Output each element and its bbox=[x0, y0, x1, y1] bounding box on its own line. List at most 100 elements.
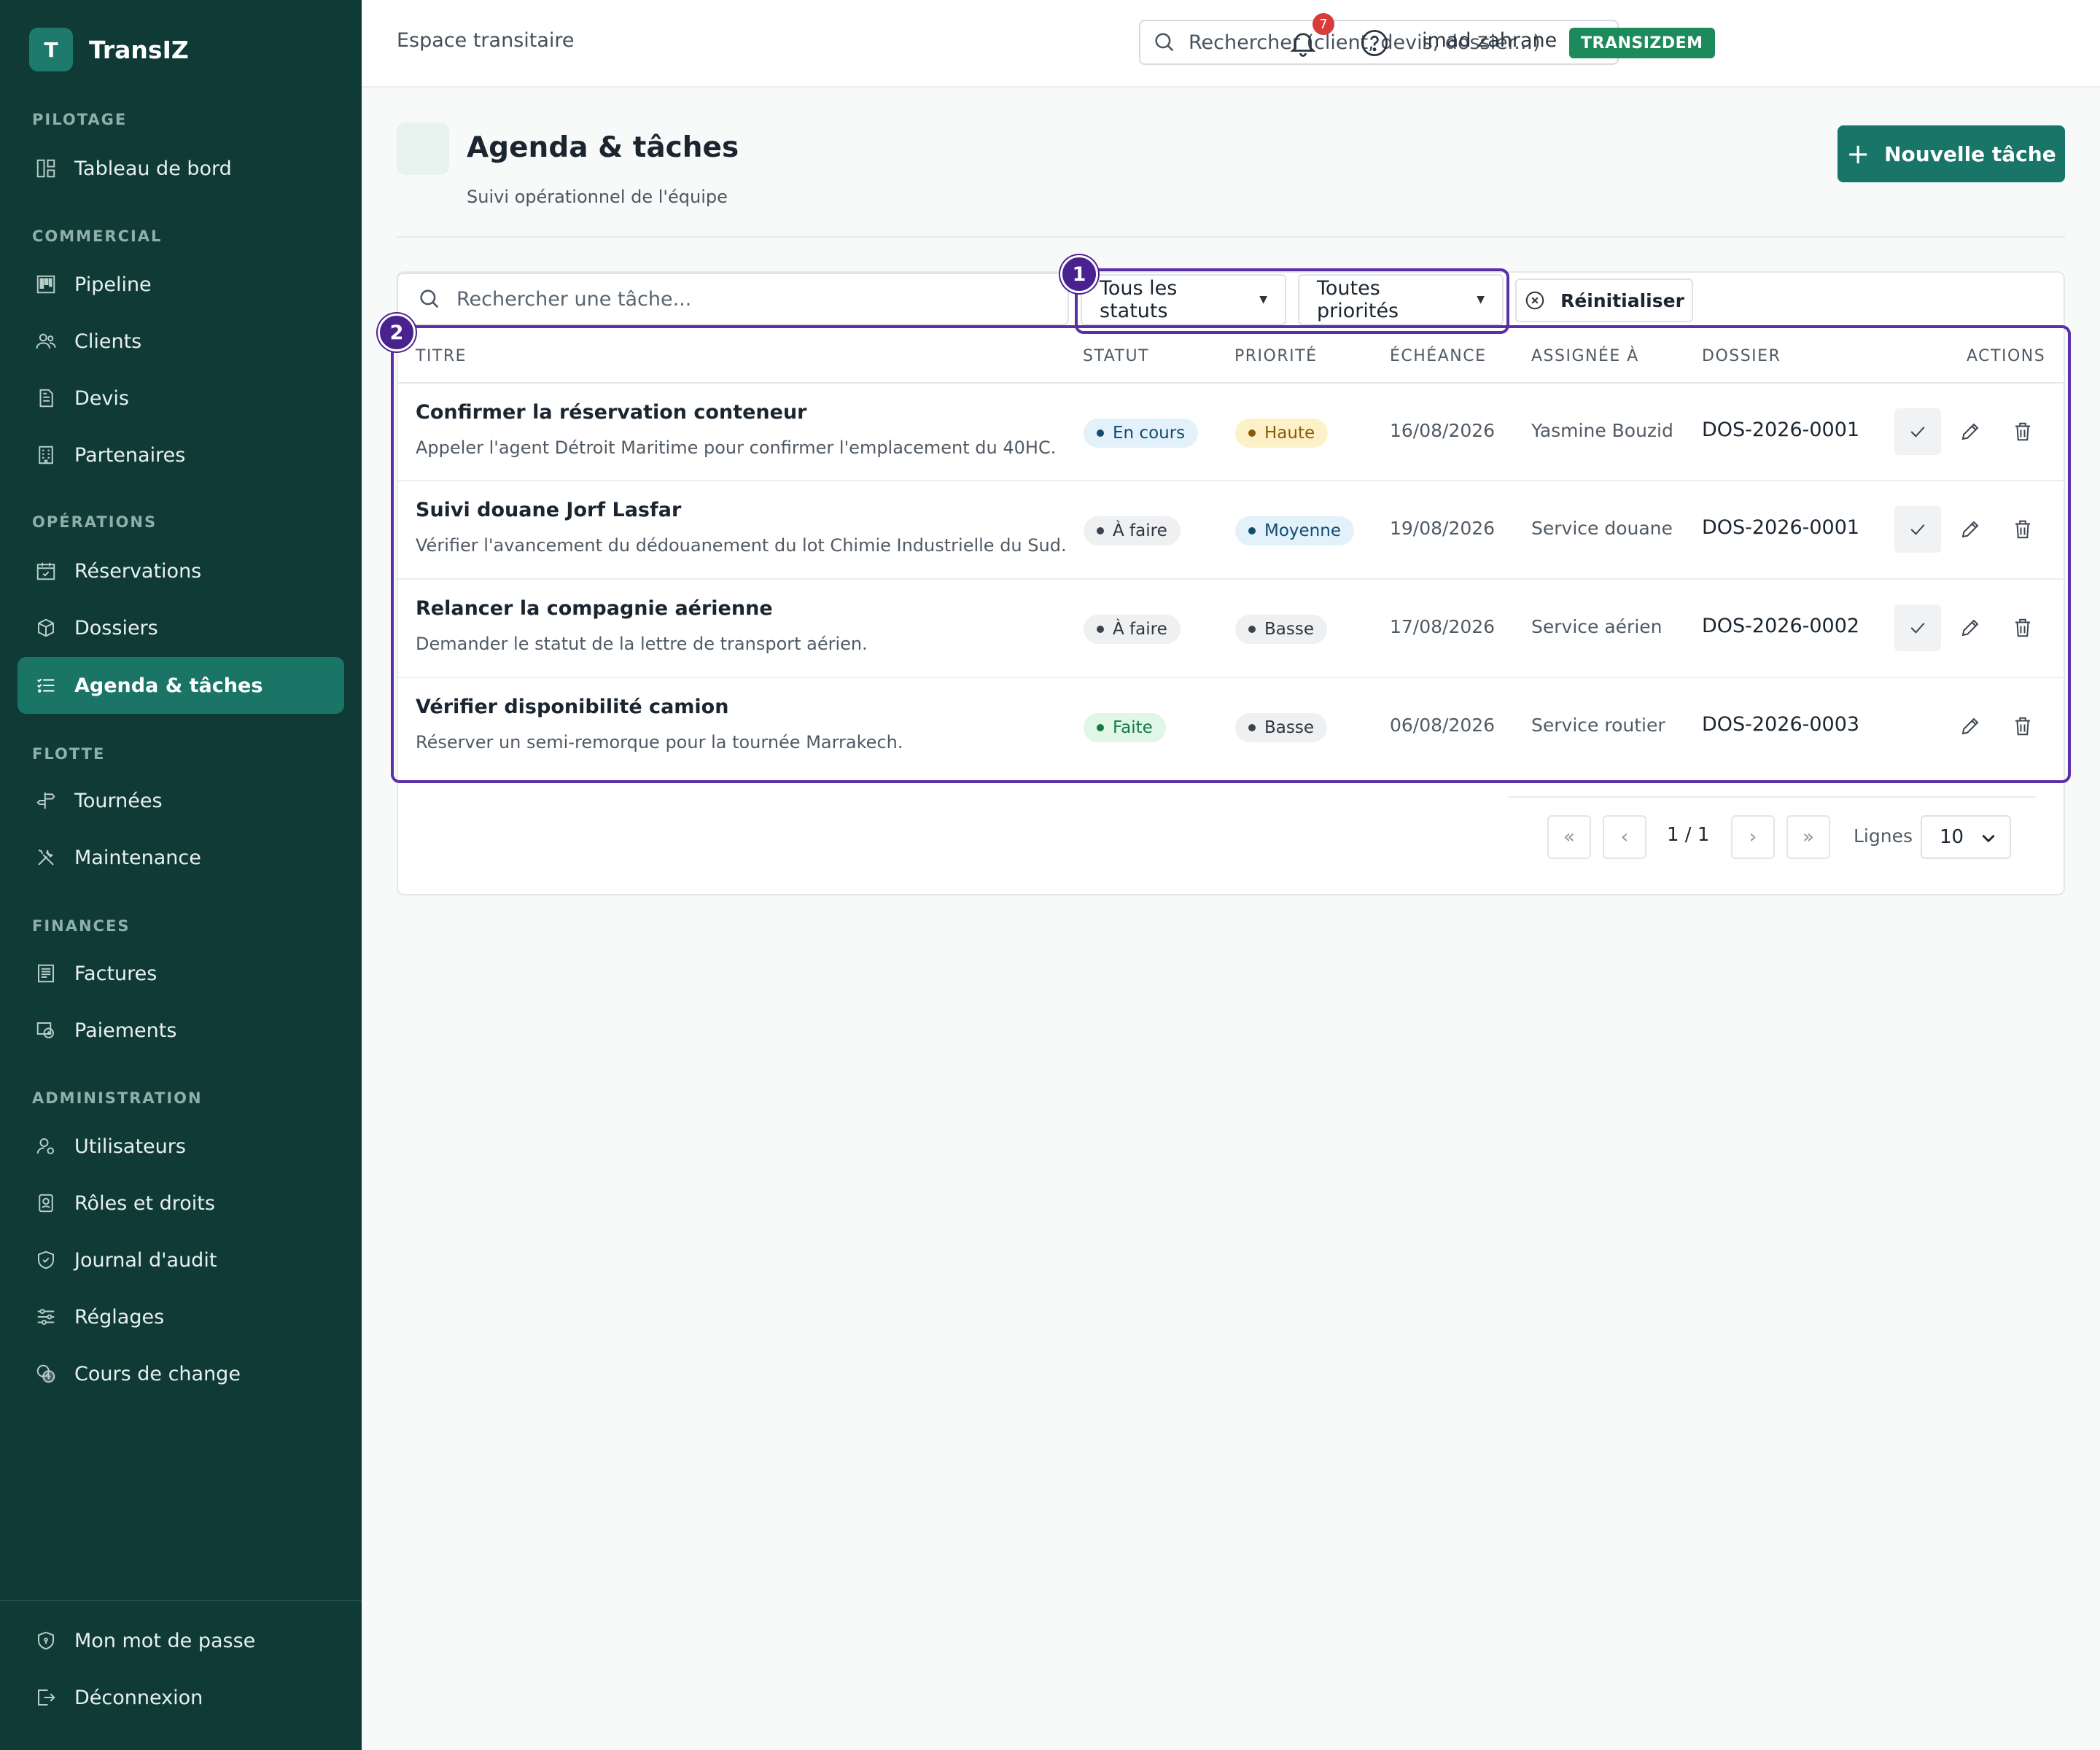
status-text: En cours bbox=[1113, 424, 1186, 443]
column-status[interactable]: STATUT bbox=[1083, 347, 1149, 365]
page-title: Agenda & tâches bbox=[467, 131, 739, 164]
dossier-ref[interactable]: DOS-2026-0001 bbox=[1702, 419, 1859, 441]
sidebar-item-clients[interactable]: Clients bbox=[18, 313, 344, 370]
sidebar-item-change[interactable]: Cours de change bbox=[18, 1345, 344, 1402]
sidebar-item-label: Cours de change bbox=[74, 1362, 241, 1385]
status-filter-value: Tous les statuts bbox=[1100, 277, 1178, 322]
sidebar-item-audit[interactable]: Journal d'audit bbox=[18, 1232, 344, 1288]
search-icon bbox=[420, 289, 439, 308]
sidebar-item-label: Utilisateurs bbox=[74, 1135, 186, 1158]
pencil-icon bbox=[1961, 521, 1979, 538]
reset-button[interactable]: Réinitialiser bbox=[1515, 279, 1693, 322]
section-pilotage: PILOTAGE bbox=[32, 111, 128, 128]
priority-badge: Haute bbox=[1235, 419, 1329, 448]
sidebar-item-utilisateurs[interactable]: Utilisateurs bbox=[18, 1118, 344, 1175]
task-description: Demander le statut de la lettre de trans… bbox=[416, 634, 868, 654]
task-title[interactable]: Suivi douane Jorf Lasfar bbox=[416, 499, 681, 521]
sidebar-item-roles[interactable]: Rôles et droits bbox=[18, 1175, 344, 1232]
status-dot bbox=[1097, 724, 1104, 731]
task-title[interactable]: Vérifier disponibilité camion bbox=[416, 696, 728, 718]
help-icon[interactable] bbox=[1359, 28, 1390, 58]
close-circle-icon bbox=[1525, 291, 1544, 310]
sidebar-item-tournees[interactable]: Tournées bbox=[18, 772, 344, 829]
sidebar: T TransIZ PILOTAGE Tableau de bord COMME… bbox=[0, 0, 362, 1750]
status-filter[interactable]: Tous les statuts ▼ bbox=[1081, 274, 1286, 325]
delete-button[interactable] bbox=[1999, 604, 2046, 651]
priority-filter[interactable]: Toutes priorités ▼ bbox=[1298, 274, 1504, 325]
section-administration: ADMINISTRATION bbox=[32, 1089, 203, 1107]
sidebar-item-pipeline[interactable]: Pipeline bbox=[18, 256, 344, 313]
sidebar-item-reglages[interactable]: Réglages bbox=[18, 1288, 344, 1345]
sidebar-item-label: Clients bbox=[74, 330, 142, 353]
header-divider bbox=[397, 236, 2065, 238]
column-assignee[interactable]: ASSIGNÉE À bbox=[1531, 347, 1639, 365]
first-page-button[interactable]: « bbox=[1547, 815, 1591, 859]
sidebar-item-dashboard[interactable]: Tableau de bord bbox=[18, 140, 344, 197]
next-page-button[interactable]: › bbox=[1731, 815, 1775, 859]
section-operations: OPÉRATIONS bbox=[32, 513, 158, 531]
tenant-badge: TRANSIZDEM bbox=[1569, 28, 1715, 58]
edit-button[interactable] bbox=[1947, 604, 1994, 651]
bell-icon[interactable] bbox=[1288, 28, 1318, 58]
sidebar-item-reservations[interactable]: Réservations bbox=[18, 542, 344, 599]
sidebar-item-password[interactable]: Mon mot de passe bbox=[18, 1612, 344, 1669]
task-search-input[interactable] bbox=[456, 287, 1054, 311]
edit-button[interactable] bbox=[1947, 506, 1994, 553]
document-icon bbox=[34, 386, 58, 411]
edit-button[interactable] bbox=[1947, 408, 1994, 455]
sidebar-item-agenda[interactable]: Agenda & tâches bbox=[18, 657, 344, 714]
table-row[interactable]: Confirmer la réservation conteneur Appel… bbox=[398, 384, 2064, 481]
new-task-label: Nouvelle tâche bbox=[1884, 141, 2056, 166]
sidebar-item-logout[interactable]: Déconnexion bbox=[18, 1669, 344, 1726]
delete-button[interactable] bbox=[1999, 506, 2046, 553]
sidebar-item-label: Paiements bbox=[74, 1019, 177, 1042]
task-title[interactable]: Confirmer la réservation conteneur bbox=[416, 401, 807, 424]
topbar: Espace transitaire bbox=[362, 0, 2100, 88]
dossier-ref[interactable]: DOS-2026-0002 bbox=[1702, 615, 1859, 637]
table-row[interactable]: Suivi douane Jorf Lasfar Vérifier l'avan… bbox=[398, 481, 2064, 579]
prev-page-button[interactable]: ‹ bbox=[1603, 815, 1646, 859]
sidebar-item-paiements[interactable]: Paiements bbox=[18, 1002, 344, 1059]
column-due[interactable]: ÉCHÉANCE bbox=[1390, 347, 1486, 365]
task-title[interactable]: Relancer la compagnie aérienne bbox=[416, 597, 773, 620]
sidebar-item-label: Tournées bbox=[74, 789, 163, 812]
column-dossier[interactable]: DOSSIER bbox=[1702, 347, 1781, 365]
complete-button[interactable] bbox=[1894, 506, 1941, 553]
task-description: Vérifier l'avancement du dédouanement du… bbox=[416, 535, 1067, 556]
complete-button[interactable] bbox=[1894, 604, 1941, 651]
dossier-ref[interactable]: DOS-2026-0001 bbox=[1702, 516, 1859, 539]
complete-button[interactable] bbox=[1894, 408, 1941, 455]
task-search[interactable] bbox=[397, 273, 1069, 325]
assignee: Yasmine Bouzid bbox=[1531, 420, 1673, 441]
rows-per-page-select[interactable]: 10 bbox=[1921, 815, 2011, 859]
new-task-button[interactable]: + Nouvelle tâche bbox=[1838, 125, 2065, 182]
last-page-button[interactable]: » bbox=[1786, 815, 1830, 859]
dossier-ref[interactable]: DOS-2026-0003 bbox=[1702, 713, 1859, 736]
column-priority[interactable]: PRIORITÉ bbox=[1234, 347, 1317, 365]
column-title[interactable]: TITRE bbox=[416, 347, 467, 365]
sidebar-item-devis[interactable]: Devis bbox=[18, 370, 344, 427]
sidebar-item-factures[interactable]: Factures bbox=[18, 945, 344, 1002]
sidebar-item-partenaires[interactable]: Partenaires bbox=[18, 427, 344, 483]
table-row[interactable]: Relancer la compagnie aérienne Demander … bbox=[398, 580, 2064, 677]
signpost-icon bbox=[34, 788, 58, 813]
delete-button[interactable] bbox=[1999, 408, 2046, 455]
sidebar-item-label: Journal d'audit bbox=[74, 1248, 217, 1272]
sidebar-item-maintenance[interactable]: Maintenance bbox=[18, 829, 344, 886]
trash-icon bbox=[2015, 422, 2030, 441]
status-dot bbox=[1097, 527, 1104, 534]
sidebar-item-dossiers[interactable]: Dossiers bbox=[18, 599, 344, 656]
sidebar-item-label: Agenda & tâches bbox=[74, 674, 263, 697]
assignee: Service aérien bbox=[1531, 616, 1662, 637]
due-date: 16/08/2026 bbox=[1390, 420, 1496, 441]
dashboard-icon bbox=[34, 156, 58, 181]
edit-button[interactable] bbox=[1947, 703, 1994, 750]
table-row[interactable]: Vérifier disponibilité camion Réserver u… bbox=[398, 678, 2064, 776]
sidebar-item-label: Mon mot de passe bbox=[74, 1629, 256, 1652]
user-name[interactable]: imad zahrane bbox=[1422, 29, 1557, 52]
status-badge: En cours bbox=[1084, 419, 1199, 448]
priority-dot bbox=[1248, 527, 1256, 534]
delete-button[interactable] bbox=[1999, 703, 2046, 750]
column-actions: ACTIONS bbox=[1967, 347, 2046, 365]
brand[interactable]: T TransIZ bbox=[29, 28, 189, 71]
